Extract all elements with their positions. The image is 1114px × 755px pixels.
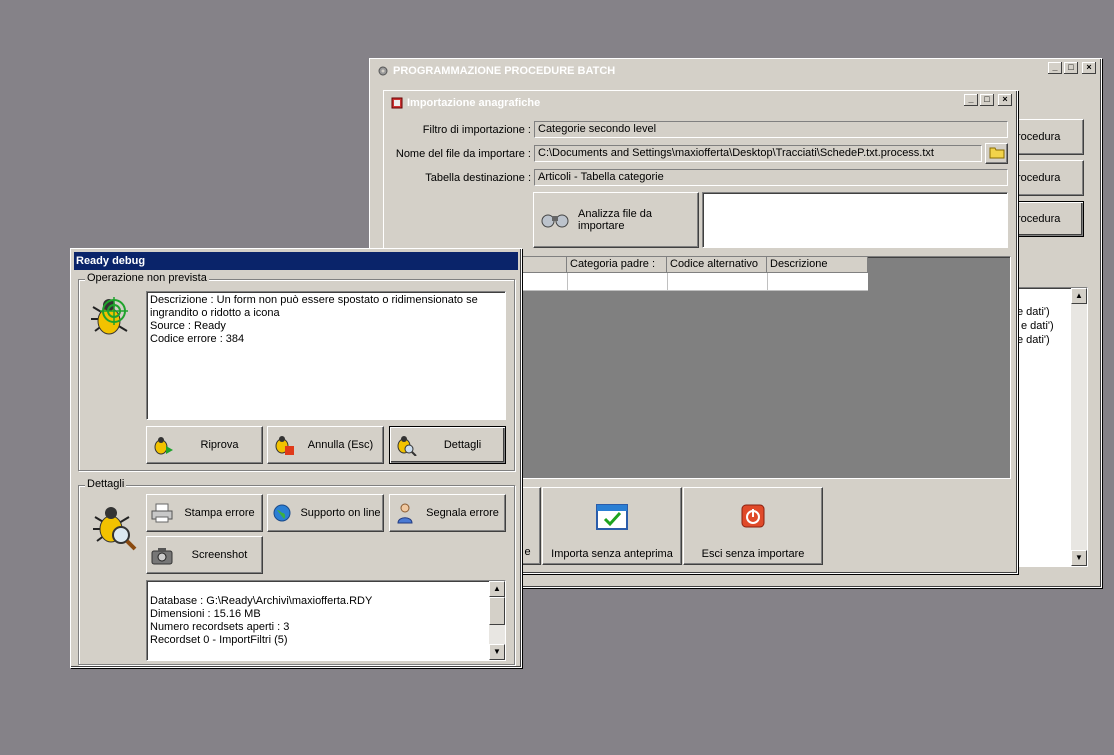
batch-side-button-3[interactable]: rocedura [1010, 201, 1084, 237]
globe-icon [272, 503, 294, 526]
column-header-alt-code[interactable]: Codice alternativo [667, 257, 767, 273]
analyze-file-button[interactable]: Analizza file da importare [533, 192, 699, 248]
bug-magnifier-icon [395, 436, 417, 459]
destination-label: Tabella destinazione : [425, 172, 531, 184]
grid-header-spacer [520, 257, 567, 273]
person-icon [396, 502, 414, 527]
log-scrollbar[interactable]: ▲ ▼ [1071, 288, 1087, 566]
camera-icon [151, 547, 173, 568]
retry-button[interactable]: Riprova [146, 426, 263, 464]
scroll-down-icon[interactable]: ▼ [489, 644, 505, 660]
error-description-text: Descrizione : Un form non può essere spo… [150, 294, 478, 345]
online-support-button[interactable]: Supporto on line [267, 494, 384, 532]
power-off-icon [741, 504, 765, 531]
minimize-button[interactable]: _ [964, 94, 978, 106]
import-app-icon [390, 96, 404, 110]
folder-icon [989, 145, 1005, 162]
binoculars-icon [540, 210, 570, 231]
grid-row-area: Categoria padre : Codice alternativo Des… [520, 257, 868, 291]
scroll-up-icon[interactable]: ▲ [489, 581, 505, 597]
batch-title: PROGRAMMAZIONE PROCEDURE BATCH [393, 65, 616, 77]
calendar-check-icon [596, 502, 628, 533]
minimize-button[interactable]: _ [1048, 62, 1062, 74]
import-without-preview-button[interactable]: Importa senza anteprima [542, 487, 682, 565]
preview-grid[interactable]: Categoria padre : Codice alternativo Des… [519, 256, 1011, 479]
analysis-result-box[interactable] [702, 192, 1008, 248]
print-error-button[interactable]: Stampa errore [146, 494, 263, 532]
printer-icon [151, 503, 173, 526]
table-row[interactable] [520, 273, 868, 291]
import-title-bar[interactable]: Importazione anagrafiche [387, 94, 1014, 112]
close-button[interactable]: × [1082, 62, 1096, 74]
details-box[interactable]: Database : G:\Ready\Archivi\maxiofferta.… [146, 580, 506, 661]
screenshot-button[interactable]: Screenshot [146, 536, 263, 574]
scroll-up-icon[interactable]: ▲ [1071, 288, 1087, 304]
destination-field[interactable]: Articoli - Tabella categorie [534, 169, 1008, 186]
debug-window: Ready debug Operazione non prevista Desc… [70, 248, 522, 668]
filter-field[interactable]: Categorie secondo level [534, 121, 1008, 138]
report-error-button[interactable]: Segnala errore [389, 494, 506, 532]
filter-label: Filtro di importazione : [422, 124, 531, 136]
batch-side-button-1[interactable]: rocedura [1010, 119, 1084, 155]
log-line: e dati') [1021, 320, 1054, 332]
details-scrollbar[interactable]: ▲ ▼ [489, 581, 505, 660]
close-button[interactable]: × [998, 94, 1012, 106]
bug-target-icon [85, 291, 135, 341]
maximize-button[interactable]: □ [1064, 62, 1078, 74]
debug-title-bar[interactable]: Ready debug [74, 252, 518, 270]
bug-play-icon [152, 436, 174, 459]
error-group-label: Operazione non prevista [85, 272, 209, 284]
batch-title-bar[interactable]: PROGRAMMAZIONE PROCEDURE BATCH [373, 62, 1098, 80]
file-path-field[interactable]: C:\Documents and Settings\maxiofferta\De… [534, 145, 982, 162]
log-line: e dati') [1017, 306, 1050, 318]
file-label: Nome del file da importare : [395, 148, 531, 160]
bug-magnifier-large-icon [89, 501, 139, 551]
import-title: Importazione anagrafiche [407, 97, 541, 109]
log-line: e dati') [1017, 334, 1050, 346]
browse-button[interactable] [985, 143, 1008, 164]
maximize-button[interactable]: □ [980, 94, 994, 106]
details-button[interactable]: Dettagli [389, 426, 506, 464]
scroll-down-icon[interactable]: ▼ [1071, 550, 1087, 566]
cancel-button[interactable]: Annulla (Esc) [267, 426, 384, 464]
column-header-description[interactable]: Descrizione [767, 257, 868, 273]
column-header-parent-category[interactable]: Categoria padre : [567, 257, 667, 273]
batch-side-button-2[interactable]: rocedura [1010, 160, 1084, 196]
scroll-thumb[interactable] [489, 597, 505, 625]
error-description-box[interactable]: Descrizione : Un form non può essere spo… [146, 291, 506, 420]
bug-stop-icon [273, 436, 295, 459]
debug-title: Ready debug [76, 255, 146, 267]
gear-icon [376, 64, 390, 78]
details-text: Database : G:\Ready\Archivi\maxiofferta.… [150, 595, 373, 646]
exit-without-import-button[interactable]: Esci senza importare [683, 487, 823, 565]
details-group-label: Dettagli [85, 478, 127, 490]
